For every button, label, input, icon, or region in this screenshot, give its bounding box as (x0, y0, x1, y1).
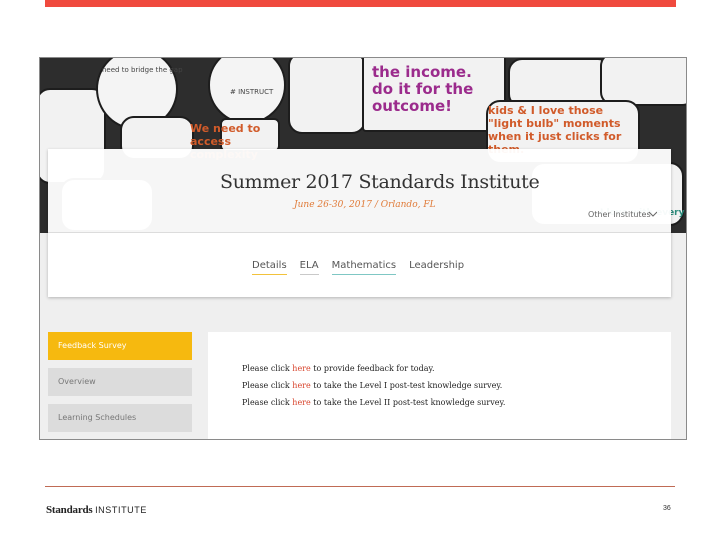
sidebar-item-overview[interactable]: Overview (48, 368, 192, 396)
institute-header-card: Summer 2017 Standards Institute June 26-… (48, 149, 671, 297)
survey-line: Please click here to take the Level II p… (242, 398, 505, 407)
logo-small-text: INSTITUTE (95, 505, 147, 515)
level-2-survey-link[interactable]: here (292, 398, 310, 407)
page-title: Summer 2017 Standards Institute (220, 171, 540, 193)
logo-main-text: Standards (46, 504, 93, 516)
footer-rule (45, 486, 675, 487)
header-divider (48, 232, 671, 233)
sidebar-item-feedback-survey[interactable]: Feedback Survey (48, 332, 192, 360)
survey-line-text: to take the Level I post-test knowledge … (310, 381, 503, 390)
sidebar-item-learning-schedules[interactable]: Learning Schedules (48, 404, 192, 432)
survey-line-text: Please click (242, 364, 293, 373)
tab-leadership[interactable]: Leadership (409, 260, 464, 275)
survey-line-text: to provide feedback for today. (310, 364, 435, 373)
survey-line-text: Please click (242, 381, 293, 390)
feedback-today-link[interactable]: here (292, 364, 310, 373)
survey-content-panel: Please click here to provide feedback fo… (208, 332, 671, 439)
sticky-note (600, 58, 686, 106)
note-text: the income. do it for the outcome! (372, 63, 474, 115)
tab-mathematics[interactable]: Mathematics (331, 260, 397, 275)
level-1-survey-link[interactable]: here (292, 381, 310, 390)
sticky-note (288, 58, 366, 134)
survey-line-text: to take the Level II post-test knowledge… (310, 398, 506, 407)
slide-page-number: 36 (663, 505, 671, 512)
survey-line: Please click here to provide feedback fo… (242, 364, 434, 373)
top-accent-bar (45, 0, 676, 7)
survey-line: Please click here to take the Level I po… (242, 381, 502, 390)
tab-ela[interactable]: ELA (299, 260, 319, 275)
chevron-down-icon[interactable] (649, 209, 657, 219)
website-screenshot: need to bridge the gap # INSTRUCT the in… (39, 57, 687, 440)
survey-line-text: Please click (242, 398, 293, 407)
standards-institute-logo: Standards INSTITUTE (46, 504, 147, 516)
institute-tabs: Details ELA Mathematics Leadership (252, 260, 464, 275)
note-text: need to bridge the gap (102, 66, 183, 74)
other-institutes-dropdown[interactable]: Other Institutes (588, 210, 651, 219)
tab-details[interactable]: Details (252, 260, 287, 275)
note-text: # INSTRUCT (230, 88, 274, 96)
event-dates-location: June 26-30, 2017 / Orlando, FL (294, 200, 436, 210)
